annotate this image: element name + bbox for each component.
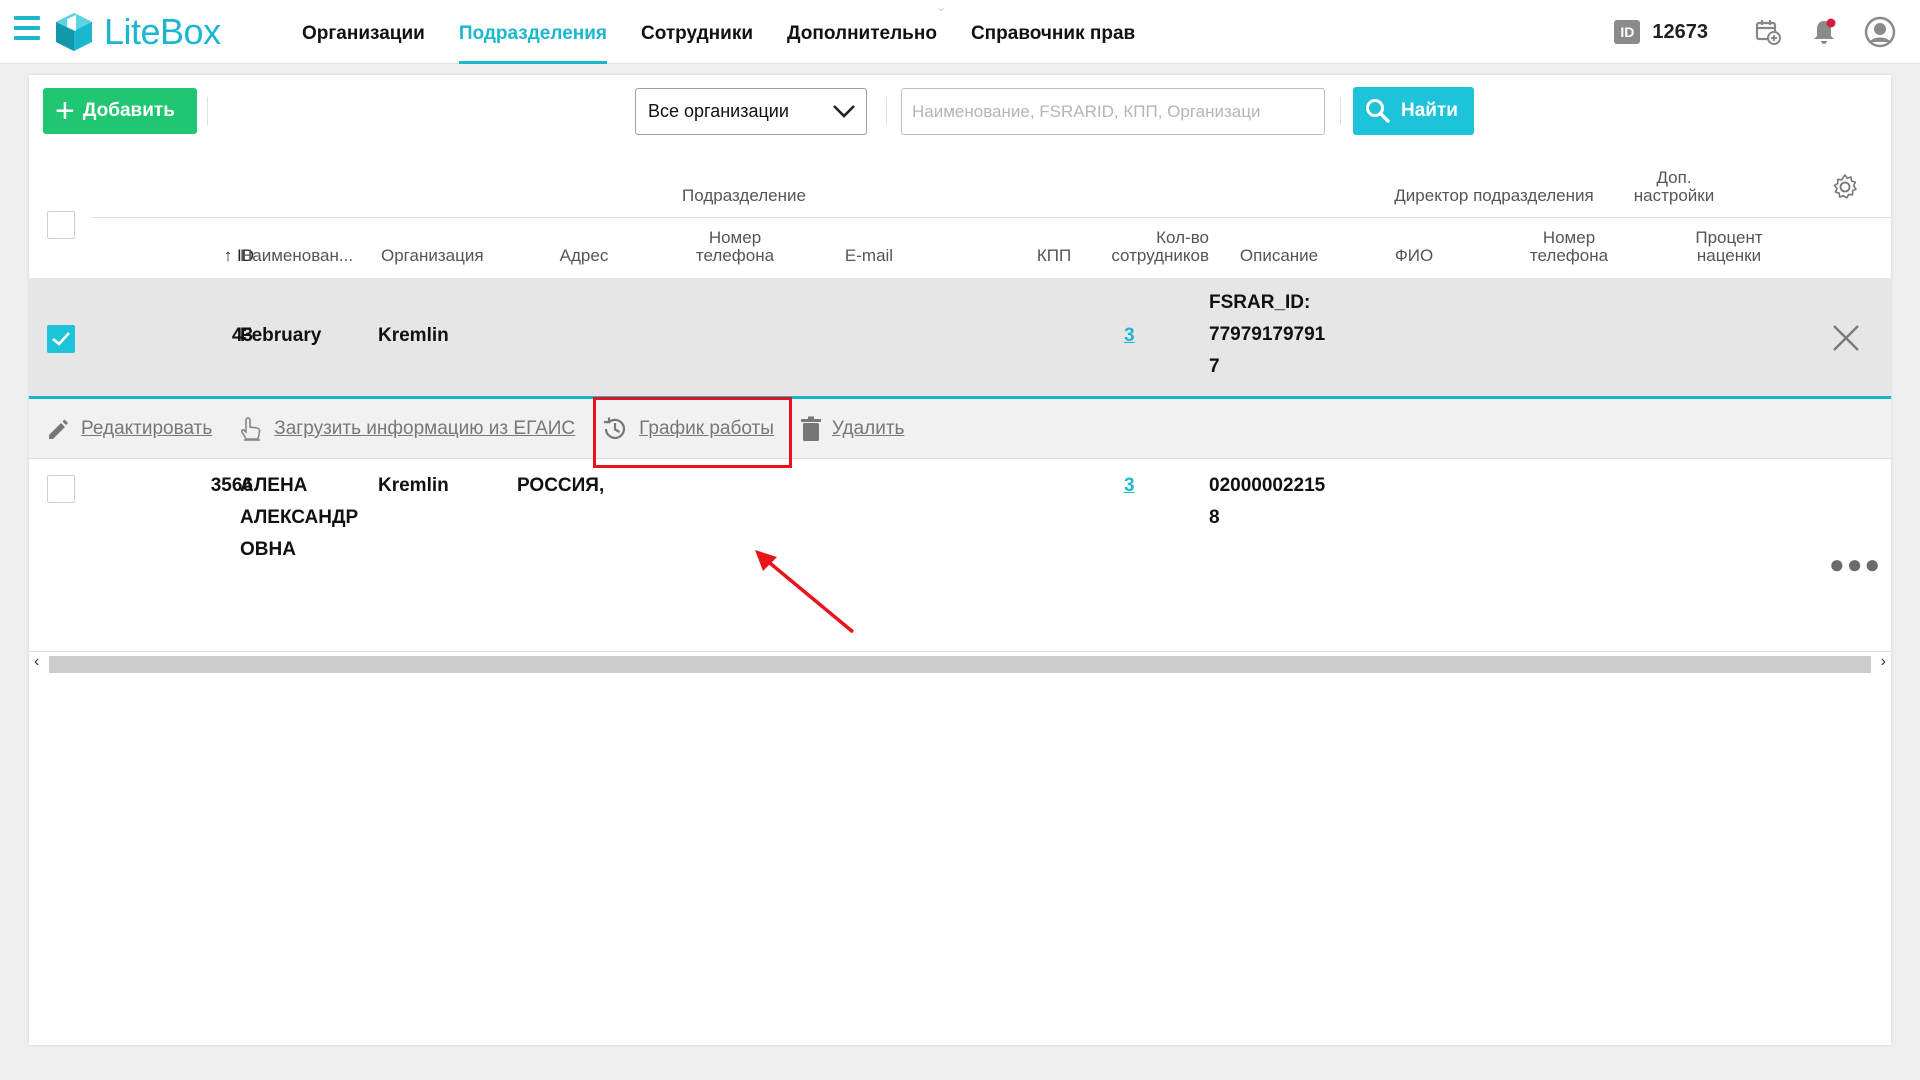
- delete-action[interactable]: Удалить: [800, 416, 905, 442]
- row-name-line: АЛЕКСАНДР: [240, 507, 359, 528]
- plus-icon: +: [55, 92, 75, 130]
- red-arrow-annotation: [755, 550, 855, 634]
- column-header-director-phone[interactable]: Номер телефона: [1519, 229, 1619, 265]
- organization-select-value: Все организации: [648, 101, 789, 121]
- scrollbar-thumb[interactable]: [49, 656, 1871, 673]
- column-header-markup-percent[interactable]: Процент наценки: [1679, 229, 1779, 265]
- hand-pointer-icon: [241, 416, 261, 441]
- menu-icon[interactable]: [14, 16, 40, 46]
- chevron-down-icon: ⌄: [936, 0, 947, 14]
- column-header-email[interactable]: E-mail: [819, 247, 919, 265]
- delete-action-label: Удалить: [831, 417, 905, 439]
- chevron-down-icon: [833, 105, 855, 118]
- group-header-division: Подразделение: [682, 186, 806, 205]
- column-header-name[interactable]: Наименован...: [240, 247, 366, 265]
- logo[interactable]: LiteBox: [54, 11, 221, 53]
- search-input[interactable]: [901, 88, 1325, 135]
- nav-employees[interactable]: Сотрудники: [624, 0, 770, 64]
- notification-bell-icon[interactable]: [1804, 12, 1844, 52]
- column-header-phone[interactable]: Номер телефона: [685, 229, 785, 265]
- trash-icon: [800, 416, 821, 441]
- edit-action[interactable]: Редактировать: [45, 416, 212, 442]
- row-checkbox[interactable]: [47, 475, 75, 503]
- litebox-logo-icon: [56, 13, 92, 51]
- row-name-line: АЛЕНА: [240, 475, 308, 496]
- group-header-director: Директор подразделения: [1394, 186, 1594, 205]
- find-button[interactable]: Найти: [1353, 87, 1474, 135]
- main-nav: Организации Подразделения Сотрудники Доп…: [285, 0, 1152, 64]
- row-id: 3566: [210, 475, 253, 496]
- load-egais-action[interactable]: Загрузить информацию из ЕГАИС: [238, 415, 575, 443]
- horizontal-scrollbar[interactable]: ‹ ›: [29, 652, 1891, 676]
- nav-rights-reference[interactable]: Справочник прав: [954, 0, 1152, 64]
- toolbar-divider: [1340, 97, 1341, 125]
- toolbar-divider: [886, 97, 887, 125]
- row-organization: Kremlin: [378, 475, 449, 496]
- row-description-line: 77979179791: [1209, 324, 1326, 345]
- row-organization: Kremlin: [378, 325, 449, 346]
- row-description-line: 8: [1209, 507, 1220, 528]
- column-header-organization[interactable]: Организация: [381, 247, 501, 265]
- row-name-line: ОВНА: [240, 539, 296, 560]
- column-header-director-name[interactable]: ФИО: [1379, 247, 1449, 265]
- row-description: FSRAR_ID: 77979179791 7: [1209, 287, 1349, 383]
- employee-count-link[interactable]: 3: [1124, 475, 1135, 496]
- find-button-label: Найти: [1401, 100, 1458, 121]
- nav-additional[interactable]: Дополнительно: [770, 0, 954, 64]
- organization-select[interactable]: Все организации: [635, 88, 867, 135]
- highlight-annotation-box: [593, 397, 792, 468]
- header-divider: [91, 217, 1891, 218]
- column-header-description[interactable]: Описание: [1219, 247, 1339, 265]
- row-description: 02000002215 8: [1209, 470, 1349, 534]
- more-options-icon[interactable]: ●●●: [1829, 551, 1882, 577]
- group-header-extra-settings: Доп. настройки: [1633, 168, 1715, 205]
- row-employee-count-link[interactable]: 3: [1124, 320, 1154, 352]
- checkmark-icon: [52, 332, 70, 346]
- pencil-icon: [49, 419, 68, 439]
- row-employee-count-link[interactable]: 3: [1124, 470, 1154, 502]
- edit-action-label: Редактировать: [81, 417, 213, 439]
- top-bar: LiteBox Организации Подразделения Сотруд…: [0, 0, 1920, 64]
- top-right-controls: ID 12673: [1614, 0, 1900, 64]
- sort-up-arrow-icon: ↑: [223, 246, 233, 265]
- gear-icon[interactable]: [1831, 173, 1859, 201]
- row-address: РОССИЯ,: [517, 475, 605, 496]
- row-description-line: 02000002215: [1209, 475, 1326, 496]
- calendar-add-icon[interactable]: [1748, 12, 1788, 52]
- employee-count-link[interactable]: 3: [1124, 325, 1135, 346]
- load-egais-action-label: Загрузить информацию из ЕГАИС: [274, 417, 576, 439]
- select-all-checkbox[interactable]: [47, 211, 75, 239]
- search-icon: [1366, 99, 1390, 123]
- column-header-employee-count[interactable]: Кол-во сотрудников: [1079, 229, 1209, 265]
- divisions-panel: + Добавить Все организации Найти Подразд…: [29, 75, 1891, 1045]
- scroll-left-icon[interactable]: ‹: [34, 653, 39, 671]
- nav-divisions[interactable]: Подразделения: [442, 0, 624, 64]
- toolbar-divider: [207, 97, 208, 125]
- row-name: February: [240, 325, 322, 346]
- user-avatar-icon[interactable]: [1860, 12, 1900, 52]
- row-action-bar: Редактировать Загрузить информацию из ЕГ…: [29, 399, 1891, 459]
- row-description-line: FSRAR_ID:: [1209, 292, 1311, 313]
- logo-text: LiteBox: [104, 11, 221, 52]
- row-id: 43: [231, 325, 253, 346]
- close-icon[interactable]: [1831, 323, 1861, 353]
- nav-organizations[interactable]: Организации: [285, 0, 442, 64]
- row-description-line: 7: [1209, 356, 1220, 377]
- user-id-number: 12673: [1652, 20, 1708, 43]
- add-button[interactable]: + Добавить: [43, 88, 197, 134]
- column-header-kpp[interactable]: КПП: [1029, 247, 1079, 265]
- id-badge-icon: ID: [1614, 20, 1641, 44]
- row-checkbox-checked[interactable]: [47, 325, 75, 353]
- row-name: АЛЕНА АЛЕКСАНДР ОВНА: [240, 470, 370, 566]
- column-header-address[interactable]: Адрес: [549, 247, 619, 265]
- scroll-right-icon[interactable]: ›: [1881, 653, 1886, 671]
- add-button-label: Добавить: [82, 100, 175, 121]
